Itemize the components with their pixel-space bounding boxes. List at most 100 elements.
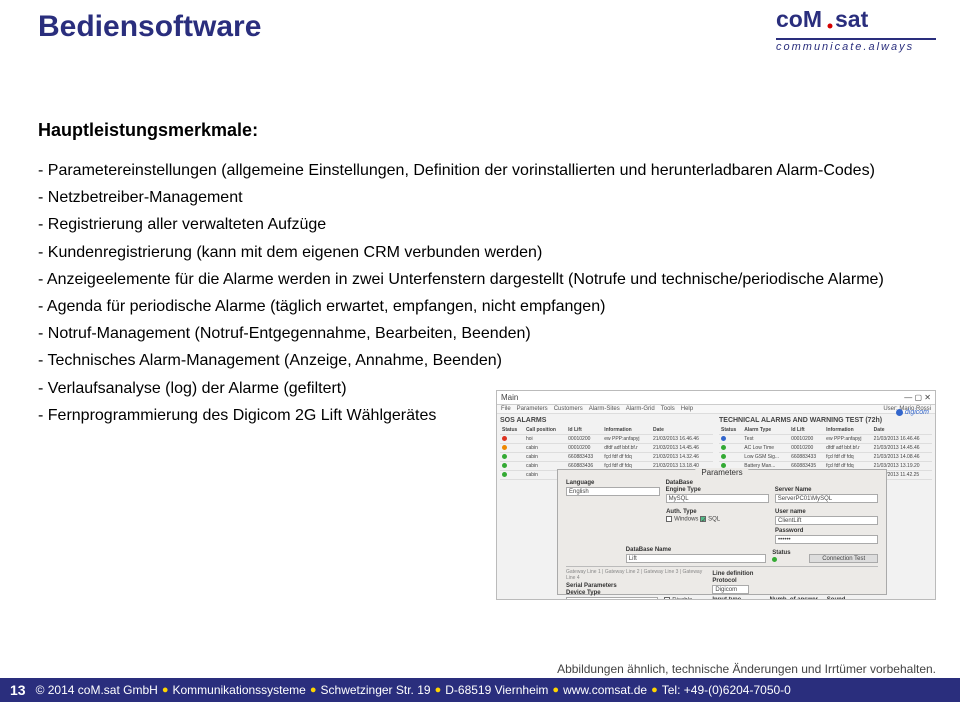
col-lift: Id Lift (566, 426, 602, 435)
line-section-label: Line definition (712, 571, 878, 577)
footer-part: Schwetzinger Str. 19 (321, 683, 431, 697)
features-heading: Hauptleistungsmerkmale: (38, 120, 923, 141)
window-titlebar: Main — ▢ ✕ (497, 391, 935, 405)
sos-panel-title: SOS ALARMS (500, 417, 713, 424)
content-block: Hauptleistungsmerkmale: - Parametereinst… (38, 120, 923, 429)
brand-logo: coM sat communicate.always (776, 6, 936, 53)
footer-part: Kommunikationssysteme (172, 683, 305, 697)
engine-label: Engine Type (666, 487, 769, 493)
list-item: - Kundenregistrierung (kann mit dem eige… (38, 239, 923, 266)
list-item: - Anzeigeelemente für die Alarme werden … (38, 266, 923, 293)
list-item: - Agenda für periodische Alarme (täglich… (38, 293, 923, 320)
col-date: Date (651, 426, 713, 435)
software-screenshot: Main — ▢ ✕ File Parameters Customers Ala… (496, 390, 936, 600)
svg-text:sat: sat (835, 6, 869, 32)
connection-test-button[interactable]: Connection Test (809, 554, 878, 563)
list-item: - Netzbetreiber-Management (38, 184, 923, 211)
svg-text:coM: coM (776, 6, 822, 32)
col-status: Status (500, 426, 524, 435)
list-item: - Notruf-Management (Notruf-Entgegennahm… (38, 320, 923, 347)
status-icon (721, 436, 726, 441)
server-label: Server Name (775, 487, 878, 493)
menu-item[interactable]: Parameters (517, 406, 548, 412)
password-input[interactable]: •••••• (775, 535, 878, 544)
sound-label: Sound (827, 597, 878, 600)
logo-svg: coM sat (776, 6, 926, 36)
footer-part: D-68519 Viernheim (445, 683, 548, 697)
serial-section-label: Serial Parameters (566, 583, 706, 589)
parameters-dialog: Parameters LanguageEnglish DataBase Engi… (557, 469, 887, 595)
table-row[interactable]: hoi00010200ew PPP:anfapyj21/03/2013 16.4… (500, 435, 713, 444)
list-item: - Technisches Alarm-Management (Anzeige,… (38, 347, 923, 374)
status-icon (502, 463, 507, 468)
gateway-tab[interactable]: Gateway Line 3 (644, 569, 679, 575)
auth-windows-check[interactable] (666, 516, 672, 522)
table-row[interactable]: AC Low Time00010200dfdf adf bbf.bf.r21/0… (719, 444, 932, 453)
protocol-select[interactable]: Digicom (712, 585, 748, 594)
language-select[interactable]: English (566, 487, 660, 496)
features-list: - Parametereinstellungen (allgemeine Ein… (38, 157, 923, 429)
gateway-tab[interactable]: Gateway Line 2 (605, 569, 640, 575)
dot-icon: ● (435, 684, 442, 696)
menu-item[interactable]: Customers (554, 406, 583, 412)
list-item: - Registrierung aller verwalteten Aufzüg… (38, 211, 923, 238)
logo-tagline: communicate.always (776, 41, 936, 53)
user-label: User name (775, 509, 878, 515)
page-title: Bediensoftware (38, 10, 261, 44)
user-input[interactable]: ClientLift (775, 516, 878, 525)
footer-part: www.comsat.de (563, 683, 647, 697)
table-row[interactable]: cabin00010200dfdf adf bbf.bf.r21/03/2013… (500, 444, 713, 453)
col-date: Date (872, 426, 932, 435)
menu-item[interactable]: Alarm-Grid (626, 406, 655, 412)
logo-divider (776, 38, 936, 40)
disable-check[interactable] (664, 597, 670, 600)
table-row[interactable]: Low GSM Sig...660883433fçd fdf df fdq21/… (719, 453, 932, 462)
device-label: Device Type (566, 590, 658, 596)
dialog-title: Parameters (695, 468, 748, 477)
window-title: Main (501, 393, 518, 402)
status-label: Status (772, 550, 803, 556)
col-info: Information (824, 426, 872, 435)
status-icon (502, 472, 507, 477)
auth-sql-check[interactable]: ✓ (700, 516, 706, 522)
digicom-badge: digicom (896, 409, 929, 416)
table-row[interactable]: Test00010200ew PPP:anfapyj21/03/2013 16.… (719, 435, 932, 444)
tech-panel-title: TECHNICAL ALARMS AND WARNING TEST (72h) (719, 417, 932, 424)
menu-item[interactable]: Alarm-Sites (589, 406, 620, 412)
dot-icon: ● (651, 684, 658, 696)
disclaimer-note: Abbildungen ähnlich, technische Änderung… (0, 662, 936, 676)
status-icon (502, 445, 507, 450)
col-pos: Call position (524, 426, 566, 435)
status-icon (721, 445, 726, 450)
col-status: Status (719, 426, 742, 435)
table-row[interactable]: cabin660883433fçd fdf df fdq21/03/2013 1… (500, 453, 713, 462)
menu-item[interactable]: File (501, 406, 511, 412)
dbname-label: DataBase Name (626, 547, 766, 553)
col-info: Information (602, 426, 651, 435)
dot-icon: ● (310, 684, 317, 696)
dbname-input[interactable]: Lift (626, 554, 766, 563)
dot-icon: ● (162, 684, 169, 696)
globe-icon (896, 409, 903, 416)
status-icon (502, 454, 507, 459)
list-item: - Parametereinstellungen (allgemeine Ein… (38, 157, 923, 184)
page-number: 13 (10, 682, 26, 698)
engine-select[interactable]: MySQL (666, 494, 769, 503)
protocol-label: Protocol (712, 578, 748, 584)
col-type: Alarm Type (742, 426, 789, 435)
menu-item[interactable]: Tools (661, 406, 675, 412)
menu-item[interactable]: Help (681, 406, 693, 412)
col-lift: Id Lift (789, 426, 824, 435)
status-icon (721, 454, 726, 459)
footer-part: © 2014 coM.sat GmbH (36, 683, 158, 697)
page-footer: Abbildungen ähnlich, technische Änderung… (0, 662, 960, 702)
window-controls: — ▢ ✕ (904, 393, 931, 402)
numring-label: Numb. of answer ring (770, 597, 821, 600)
device-select[interactable]: Digicom 2G Lift PLUS (566, 597, 658, 600)
language-label: Language (566, 480, 660, 486)
database-label: DataBase (666, 480, 878, 486)
auth-label: Auth. Type (666, 509, 769, 515)
inputtype-label: Input type (712, 597, 763, 600)
db-status-icon (772, 557, 777, 562)
server-input[interactable]: ServerPC01\MySQL (775, 494, 878, 503)
